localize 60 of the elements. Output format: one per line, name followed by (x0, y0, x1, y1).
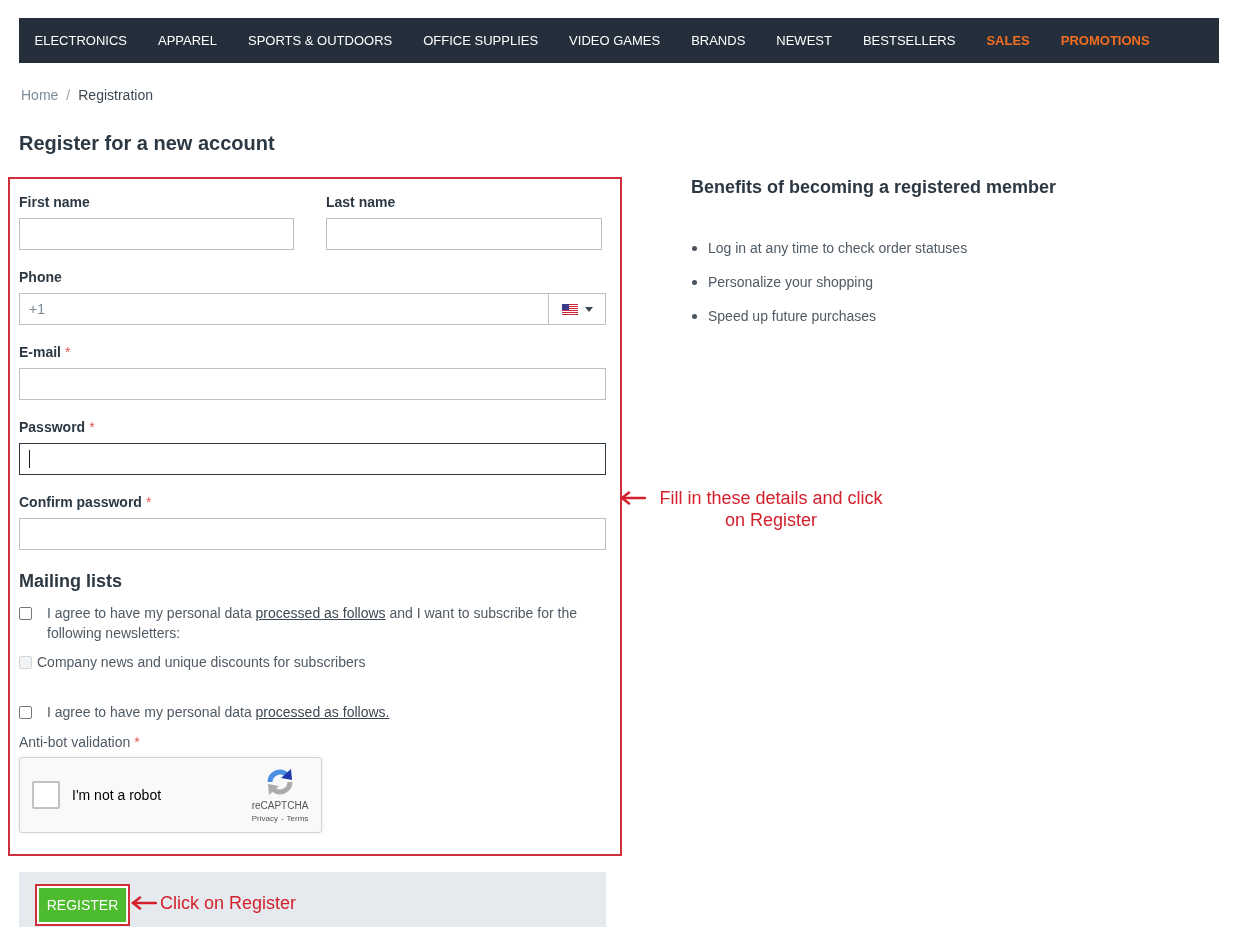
section-title: Mailing lists (19, 570, 124, 593)
consent-text: I agree to have my personal data processed as follows and I want to subscribe for the following newsletters: (47, 604, 578, 643)
field-label: E-mail (19, 343, 61, 362)
captcha-brand-name: reCAPTCHA (251, 800, 309, 812)
breadcrumb-link[interactable]: Home (21, 85, 59, 105)
annotation-text: Fill in these details and click on Register (658, 487, 884, 531)
flag-icon (561, 303, 578, 315)
required-mark: * (134, 733, 140, 752)
required-mark: * (65, 343, 71, 362)
checkbox[interactable] (19, 706, 32, 719)
captcha-link[interactable]: Terms (286, 813, 309, 824)
country-dropdown[interactable] (548, 293, 606, 325)
required-mark: * (145, 493, 152, 512)
nav-link[interactable]: OFFICE SUPPLIES (407, 18, 554, 63)
nav-link[interactable]: SPORTS & OUTDOORS (232, 18, 408, 63)
text-cursor-icon (29, 450, 30, 468)
policy-link[interactable]: processed as follows. (255, 704, 390, 720)
nav-link[interactable]: BRANDS (675, 18, 761, 63)
field-label: Anti-bot validation (19, 733, 131, 752)
nav-link[interactable]: BESTSELLERS (847, 18, 971, 63)
bullet-icon (692, 245, 697, 251)
nav-link[interactable]: APPAREL (142, 18, 233, 63)
page-title: Register for a new account (19, 131, 275, 156)
nav-link[interactable]: ELECTRONICS (19, 18, 143, 63)
captcha-link[interactable]: Privacy (251, 813, 278, 824)
link-separator: - (280, 813, 284, 824)
nav-link[interactable]: NEWEST (760, 18, 848, 63)
captcha-label: I'm not a robot (72, 787, 162, 803)
breadcrumb-current: Registration (78, 86, 153, 105)
text-field[interactable] (19, 218, 294, 250)
left-arrow-icon (620, 491, 646, 505)
benefit-text: Log in at any time to check order statuses (708, 239, 968, 258)
newsletter-option: Company news and unique discounts for subscribers (37, 652, 366, 672)
annotation-text: Click on Register (160, 892, 297, 914)
section-title: Benefits of becoming a registered member (691, 176, 1057, 199)
nav-link[interactable]: PROMOTIONS (1045, 18, 1166, 63)
nav-link[interactable]: VIDEO GAMES (553, 18, 676, 63)
field-label: Password (19, 418, 86, 437)
breadcrumb-separator: / (66, 86, 71, 105)
field-label: First name (19, 193, 90, 212)
required-mark: * (89, 418, 95, 437)
left-arrow-icon (131, 896, 157, 910)
bullet-icon (692, 313, 697, 319)
text-field[interactable] (19, 368, 606, 400)
text-field[interactable] (326, 218, 602, 250)
captcha-checkbox[interactable] (32, 781, 60, 809)
checkbox[interactable] (19, 607, 32, 620)
field-label: Phone (19, 268, 62, 287)
benefit-text: Personalize your shopping (708, 273, 873, 292)
field-label: Last name (326, 193, 396, 212)
consent-text: I agree to have my personal data processed as follows. (47, 703, 391, 722)
policy-link[interactable]: processed as follows (255, 605, 386, 621)
nav-link[interactable]: SALES (970, 18, 1046, 63)
benefit-text: Speed up future purchases (708, 307, 877, 326)
phone-field[interactable]: +1 (19, 293, 549, 325)
text-field[interactable] (19, 443, 606, 475)
caret-icon (584, 306, 593, 312)
field-label: Confirm password (19, 493, 142, 512)
bullet-icon (692, 279, 697, 285)
text-field[interactable] (19, 518, 606, 550)
